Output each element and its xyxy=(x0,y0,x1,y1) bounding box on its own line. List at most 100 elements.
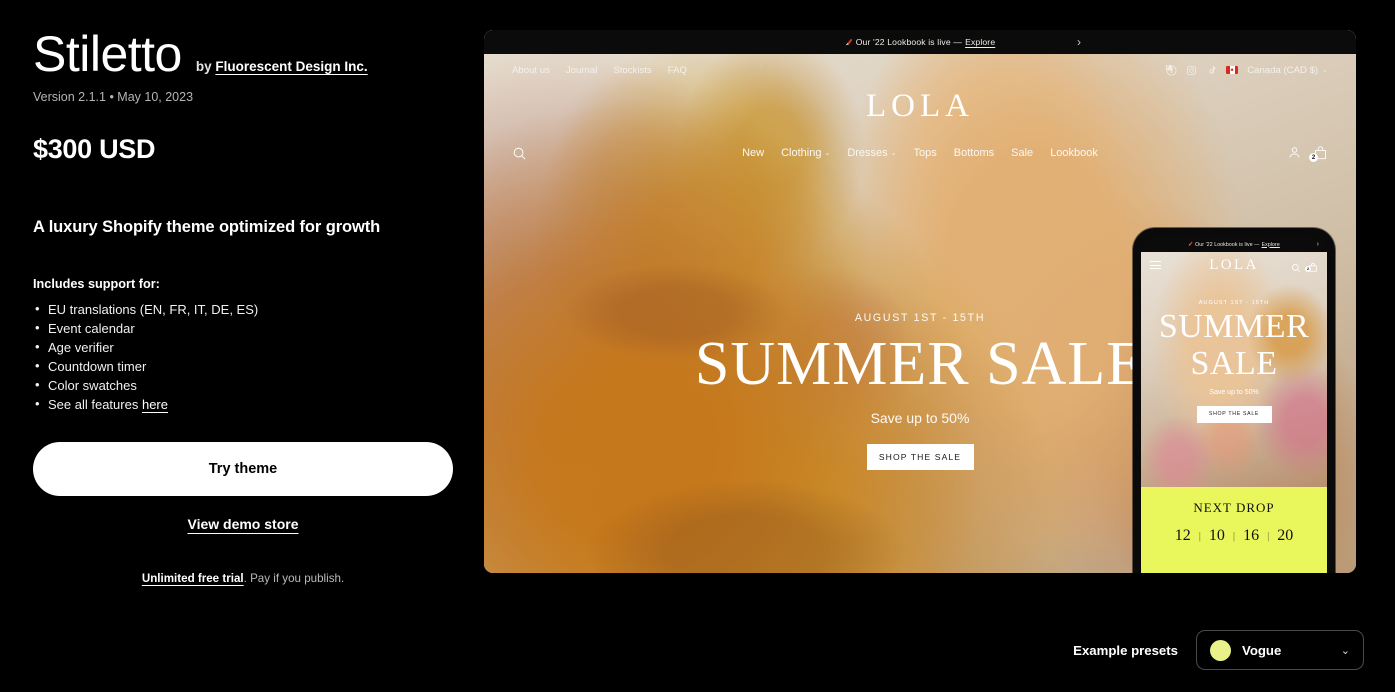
example-presets-label: Example presets xyxy=(1073,642,1178,658)
currency-selector[interactable]: Canada (CAD $) ⌄ xyxy=(1247,65,1328,76)
account-icon[interactable] xyxy=(1287,145,1302,161)
nav-label: Tops xyxy=(913,147,937,159)
nav-item-new[interactable]: New xyxy=(742,147,764,159)
nav-label: Bottoms xyxy=(953,147,995,159)
list-item: EU translations (EN, FR, IT, DE, ES) xyxy=(33,299,463,319)
utility-link-faq[interactable]: FAQ xyxy=(668,65,687,76)
countdown-timer: 12 | 10 | 16 | 20 xyxy=(1141,527,1327,545)
nav-item-clothing[interactable]: Clothing ⌄ xyxy=(781,147,830,159)
instagram-icon[interactable] xyxy=(1186,65,1197,76)
feature-list: EU translations (EN, FR, IT, DE, ES) Eve… xyxy=(33,299,463,414)
chevron-down-icon: ⌄ xyxy=(1340,644,1350,657)
next-drop-title: NEXT DROP xyxy=(1193,500,1275,515)
list-item: Age verifier xyxy=(33,337,463,357)
nav-item-tops[interactable]: Tops xyxy=(914,147,937,159)
list-item: Event calendar xyxy=(33,318,463,338)
store-logo[interactable]: LOLA xyxy=(484,88,1356,125)
trial-note: Unlimited free trial. Pay if you publish… xyxy=(33,572,453,585)
main-nav-right: 2 xyxy=(1287,145,1328,162)
mobile-preview[interactable]: ‹ Our '22 Lookbook is live — Explore › L… xyxy=(1133,228,1335,573)
title-row: Stiletto by Fluorescent Design Inc. xyxy=(33,28,463,81)
main-nav-links: New Clothing ⌄ Dresses ⌄ Tops Bottoms Sale… xyxy=(484,147,1356,159)
nav-label: Clothing xyxy=(781,147,822,159)
mobile-hero-title-line1: SUMMER xyxy=(1158,308,1310,345)
mobile-hero-subtitle: Save up to 50% xyxy=(1209,388,1259,396)
cart-count-badge: 2 xyxy=(1309,153,1318,162)
nav-item-dresses[interactable]: Dresses ⌄ xyxy=(847,147,896,159)
version-date: Version 2.1.1 • May 10, 2023 xyxy=(33,89,194,104)
mobile-cart-count-badge: 2 xyxy=(1305,265,1311,272)
chevron-down-icon: ⌄ xyxy=(1322,67,1328,74)
mobile-hero: LOLA 2 AUGUST 1ST - 15TH SUMMER SALE Sav… xyxy=(1141,252,1327,487)
theme-detail-page: Stiletto by Fluorescent Design Inc. Vers… xyxy=(0,0,1395,692)
mobile-announcement-next-arrow[interactable]: › xyxy=(1317,241,1319,248)
search-icon[interactable] xyxy=(512,146,527,161)
preset-dropdown[interactable]: Vogue ⌄ xyxy=(1196,630,1364,670)
announcement-text: Our '22 Lookbook is live — Explore xyxy=(845,37,996,47)
canada-flag-icon xyxy=(1226,65,1239,75)
nav-item-lookbook[interactable]: Lookbook xyxy=(1050,147,1098,159)
next-drop-section: NEXT DROP 12 | 10 | 16 | 20 xyxy=(1141,487,1327,573)
demo-link-wrap: View demo store xyxy=(33,516,453,534)
chevron-down-icon: ⌄ xyxy=(890,150,897,157)
utility-link-about-us[interactable]: About us xyxy=(512,65,550,76)
mobile-cart-icon[interactable]: 2 xyxy=(1305,260,1318,272)
mobile-nav: LOLA 2 xyxy=(1141,252,1327,278)
chevron-down-icon: ⌄ xyxy=(824,150,831,157)
tagline: A luxury Shopify theme optimized for gro… xyxy=(33,217,381,236)
byline: by Fluorescent Design Inc. xyxy=(196,59,368,74)
mobile-hero-kicker: AUGUST 1ST - 15TH xyxy=(1198,300,1270,306)
countdown-value: 10 xyxy=(1208,527,1225,544)
mobile-hero-copy: AUGUST 1ST - 15TH SUMMER SALE Save up to… xyxy=(1141,300,1327,423)
list-item: Color swatches xyxy=(33,375,463,395)
trial-rest: . Pay if you publish. xyxy=(243,571,345,585)
mobile-announcement-message: Our '22 Lookbook is live — xyxy=(1195,241,1260,248)
shop-the-sale-button[interactable]: SHOP THE SALE xyxy=(866,444,974,471)
preset-color-swatch xyxy=(1210,639,1231,661)
announcement-message: Our '22 Lookbook is live — xyxy=(855,37,963,47)
price: $300 USD xyxy=(33,133,156,164)
page-title: Stiletto xyxy=(33,26,182,82)
facebook-icon[interactable] xyxy=(1166,64,1177,76)
includes-heading: Includes support for: xyxy=(33,276,160,291)
example-presets: Example presets Vogue ⌄ xyxy=(1073,630,1364,670)
byline-prefix: by xyxy=(195,59,212,74)
lipstick-icon xyxy=(845,38,853,46)
utility-nav-links: About us Journal Stockists FAQ xyxy=(512,65,687,76)
try-theme-button[interactable]: Try theme xyxy=(33,441,453,496)
unlimited-free-trial-link[interactable]: Unlimited free trial xyxy=(142,572,244,585)
nav-item-sale[interactable]: Sale xyxy=(1011,147,1033,159)
utility-nav-right: Canada (CAD $) ⌄ xyxy=(1166,64,1328,76)
announcement-bar: ‹ Our '22 Lookbook is live — Explore › xyxy=(484,30,1356,70)
mobile-search-icon[interactable] xyxy=(1291,260,1301,272)
view-demo-store-link[interactable]: View demo store xyxy=(187,516,298,532)
lipstick-icon xyxy=(1188,241,1193,248)
mobile-shop-the-sale-button[interactable]: SHOP THE SALE xyxy=(1196,405,1272,423)
announcement-explore-link[interactable]: Explore xyxy=(965,37,995,47)
theme-info-panel: Stiletto by Fluorescent Design Inc. Vers… xyxy=(33,28,463,585)
nav-item-bottoms[interactable]: Bottoms xyxy=(954,147,994,159)
cart-icon[interactable]: 2 xyxy=(1309,145,1328,162)
mobile-nav-right: 2 xyxy=(1291,260,1318,272)
nav-label: Dresses xyxy=(847,147,888,159)
countdown-value: 12 xyxy=(1174,527,1191,544)
utility-link-journal[interactable]: Journal xyxy=(566,65,597,76)
utility-link-stockists[interactable]: Stockists xyxy=(613,65,651,76)
announcement-next-arrow[interactable]: › xyxy=(1077,36,1081,48)
see-all-features-link[interactable]: here xyxy=(142,397,168,412)
mobile-screen: ‹ Our '22 Lookbook is live — Explore › L… xyxy=(1141,237,1327,573)
countdown-value: 16 xyxy=(1243,527,1260,544)
tiktok-icon[interactable] xyxy=(1206,65,1217,76)
nav-label: New xyxy=(742,147,765,159)
utility-nav: About us Journal Stockists FAQ Canada (C… xyxy=(484,54,1356,86)
mobile-hero-title-line2: SALE xyxy=(1190,344,1278,382)
mobile-announcement-bar: ‹ Our '22 Lookbook is live — Explore › xyxy=(1141,237,1327,272)
main-nav: New Clothing ⌄ Dresses ⌄ Tops Bottoms Sale… xyxy=(484,138,1356,168)
vendor-link[interactable]: Fluorescent Design Inc. xyxy=(215,59,367,74)
see-all-text: See all features xyxy=(48,396,139,412)
list-item: Countdown timer xyxy=(33,356,463,376)
countdown-value: 20 xyxy=(1277,527,1294,544)
list-item-see-all: See all features here xyxy=(33,394,463,414)
currency-label: Canada (CAD $) xyxy=(1247,64,1319,76)
mobile-announcement-explore-link[interactable]: Explore xyxy=(1262,242,1280,248)
